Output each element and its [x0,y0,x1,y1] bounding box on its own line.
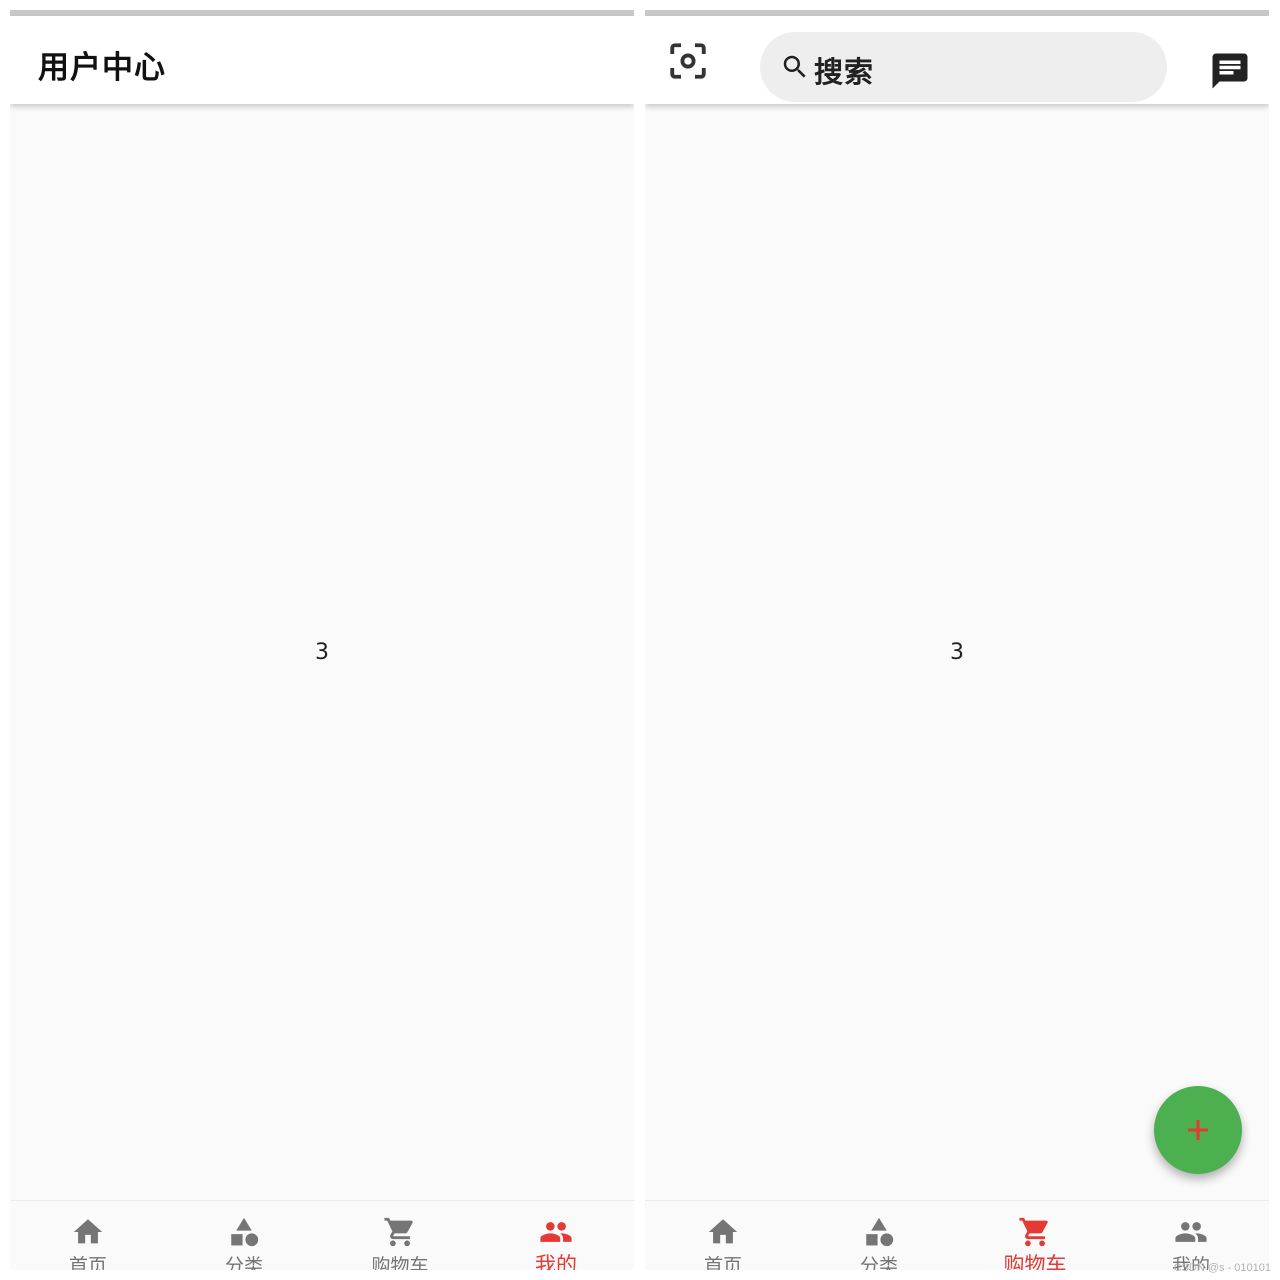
bottom-nav: 首页 分类 购物车 我的 [10,1200,634,1270]
nav-item-mine[interactable]: 我的 [478,1201,634,1270]
page-title: 用户中心 [38,50,166,86]
home-icon [708,1219,738,1244]
user-center-screen: 用户中心 3 首页 分类 购物车 我的 [10,10,634,1270]
people-icon [1175,1222,1207,1242]
page-content-text: 3 [950,640,964,665]
message-icon[interactable] [1209,50,1251,92]
nav-label: 购物车 [371,1255,429,1270]
nav-label: 购物车 [1003,1253,1067,1270]
page-content-text: 3 [315,640,329,665]
nav-item-home[interactable]: 首页 [645,1201,801,1270]
nav-item-cart[interactable]: 购物车 [957,1201,1113,1270]
add-fab-button[interactable] [1154,1086,1242,1174]
people-icon [540,1222,572,1242]
category-icon [866,1217,894,1247]
cart-icon [1019,1217,1048,1247]
app-bar: 搜索 [645,16,1269,104]
nav-item-cart[interactable]: 购物车 [322,1201,478,1270]
bottom-nav: 首页 分类 购物车 我的 [645,1200,1269,1270]
nav-item-mine[interactable]: 我的 [1113,1201,1269,1270]
watermark: CSDN @s - 010101 [1173,1262,1271,1274]
cart-screen: 搜索 3 首页 分类 购物车 我的 [645,10,1269,1270]
nav-label: 我的 [535,1253,577,1270]
nav-item-category[interactable]: 分类 [801,1201,957,1270]
nav-item-home[interactable]: 首页 [10,1201,166,1270]
scan-icon[interactable] [667,40,709,82]
nav-item-category[interactable]: 分类 [166,1201,322,1270]
home-icon [73,1219,103,1244]
nav-label: 分类 [224,1255,263,1270]
category-icon [231,1217,259,1247]
search-icon [783,55,806,78]
nav-label: 分类 [859,1255,898,1270]
search-placeholder: 搜索 [814,55,875,89]
search-input[interactable]: 搜索 [760,32,1167,102]
cart-icon [384,1217,413,1247]
app-bar: 用户中心 [10,16,634,104]
nav-label: 首页 [703,1255,742,1270]
nav-label: 首页 [68,1255,107,1270]
add-icon [1188,1120,1208,1140]
